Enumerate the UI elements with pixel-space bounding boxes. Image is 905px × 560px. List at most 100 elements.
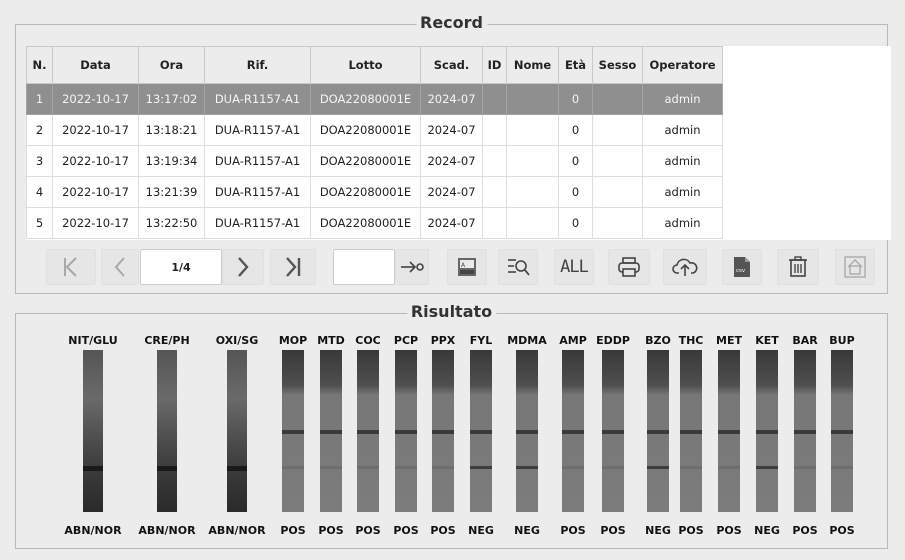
search-icon (508, 259, 530, 276)
goto-page-button[interactable] (395, 249, 429, 285)
home-icon (844, 256, 866, 278)
table-row[interactable]: 2 2022-10-17 13:18:21 DUA-R1157-A1 DOA220800… (26, 114, 723, 146)
test-strip-image (320, 350, 342, 512)
table-cell (482, 145, 507, 177)
record-table-container: N. Data Ora Rif. Lotto Scad. ID Nome Età Sesso Ope… (26, 46, 891, 240)
test-result-label: POS (829, 524, 855, 537)
search-button[interactable] (498, 249, 538, 285)
column-header[interactable]: Data (52, 46, 139, 84)
upload-button[interactable] (663, 249, 707, 285)
print-button[interactable] (608, 249, 650, 285)
table-cell: 0 (558, 176, 593, 208)
table-cell: DUA-R1157-A1 (204, 176, 311, 208)
test-strip-image (516, 350, 538, 512)
table-cell (482, 83, 507, 115)
test-result-label: ABN/NOR (138, 524, 196, 537)
table-cell: admin (642, 207, 723, 239)
table-cell: 13:21:39 (138, 176, 205, 208)
table-cell (506, 145, 559, 177)
column-header[interactable]: Lotto (310, 46, 421, 84)
table-cell: admin (642, 145, 723, 177)
column-header[interactable]: Scad. (420, 46, 483, 84)
table-cell (506, 176, 559, 208)
table-cell (506, 83, 559, 115)
table-cell: DUA-R1157-A1 (204, 114, 311, 146)
export-image-icon: A (458, 258, 476, 276)
table-cell (592, 145, 643, 177)
column-header[interactable]: Sesso (592, 46, 643, 84)
test-strip-image (602, 350, 624, 512)
home-button[interactable] (835, 249, 875, 285)
export-csv-button[interactable]: csv (722, 249, 762, 285)
test-strip-image (157, 350, 177, 512)
test-name-label: NIT/GLU (68, 334, 118, 347)
column-header[interactable]: N. (26, 46, 53, 84)
table-cell (592, 207, 643, 239)
test-name-label: BUP (829, 334, 855, 347)
table-cell: 13:18:21 (138, 114, 205, 146)
table-cell: 13:22:50 (138, 207, 205, 239)
test-strip-image (432, 350, 454, 512)
next-page-icon (238, 257, 249, 277)
test-strip-image (680, 350, 702, 512)
record-table: N. Data Ora Rif. Lotto Scad. ID Nome Età Sesso Ope… (26, 46, 723, 239)
table-cell: 5 (26, 207, 53, 239)
test-strip-image (357, 350, 379, 512)
export-image-button[interactable]: A (447, 249, 487, 285)
table-cell: 1 (26, 83, 53, 115)
column-header[interactable]: ID (482, 46, 507, 84)
goto-icon (401, 261, 424, 273)
show-all-button[interactable]: ALL (554, 249, 594, 285)
prev-page-button[interactable] (101, 249, 139, 285)
page-indicator-text: 1/4 (171, 260, 191, 274)
table-row[interactable]: 3 2022-10-17 13:19:34 DUA-R1157-A1 DOA220800… (26, 145, 723, 177)
table-cell: 4 (26, 176, 53, 208)
test-strip-image (227, 350, 247, 512)
table-cell: 2024-07 (420, 114, 483, 146)
table-cell: DOA22080001E (310, 114, 421, 146)
table-cell: 2022-10-17 (52, 83, 139, 115)
first-page-button[interactable] (46, 249, 96, 285)
table-cell: DOA22080001E (310, 207, 421, 239)
result-panel: Risultato NIT/GLU ABN/NOR CRE/PH ABN/NOR OXI… (15, 302, 888, 549)
table-cell: DUA-R1157-A1 (204, 207, 311, 239)
table-cell: DOA22080001E (310, 176, 421, 208)
column-header[interactable]: Operatore (642, 46, 723, 84)
table-cell (482, 176, 507, 208)
page-indicator: 1/4 (140, 249, 222, 285)
goto-page-input[interactable] (333, 249, 395, 285)
table-cell: 2024-07 (420, 83, 483, 115)
last-page-button[interactable] (270, 249, 316, 285)
test-result-label: ABN/NOR (64, 524, 122, 537)
column-header[interactable]: Nome (506, 46, 559, 84)
csv-icon: csv (734, 257, 750, 277)
table-cell: 13:17:02 (138, 83, 205, 115)
column-header[interactable]: Ora (138, 46, 205, 84)
delete-button[interactable] (777, 249, 819, 285)
print-icon (618, 257, 640, 277)
column-header[interactable]: Età (558, 46, 593, 84)
table-header-row: N. Data Ora Rif. Lotto Scad. ID Nome Età Sesso Ope… (26, 46, 723, 84)
table-cell (592, 114, 643, 146)
csv-label: csv (736, 268, 746, 274)
table-cell: 2024-07 (420, 176, 483, 208)
table-cell: 0 (558, 145, 593, 177)
table-row[interactable]: 4 2022-10-17 13:21:39 DUA-R1157-A1 DOA220800… (26, 176, 723, 208)
column-header[interactable]: Rif. (204, 46, 311, 84)
table-cell (592, 83, 643, 115)
test-strip-image (395, 350, 417, 512)
table-cell: 2022-10-17 (52, 176, 139, 208)
table-cell: 13:19:34 (138, 145, 205, 177)
table-cell: admin (642, 114, 723, 146)
table-cell: DOA22080001E (310, 145, 421, 177)
last-page-icon (286, 257, 301, 277)
test-strip-image (647, 350, 669, 512)
test-name-label: OXI/SG (215, 334, 259, 347)
table-cell: 2022-10-17 (52, 145, 139, 177)
test-strip-image (282, 350, 304, 512)
table-row[interactable]: 1 2022-10-17 13:17:02 DUA-R1157-A1 DOA220800… (26, 83, 723, 115)
table-cell: DUA-R1157-A1 (204, 145, 311, 177)
table-row[interactable]: 5 2022-10-17 13:22:50 DUA-R1157-A1 DOA220800… (26, 207, 723, 239)
next-page-button[interactable] (222, 249, 264, 285)
first-page-icon (64, 257, 77, 277)
